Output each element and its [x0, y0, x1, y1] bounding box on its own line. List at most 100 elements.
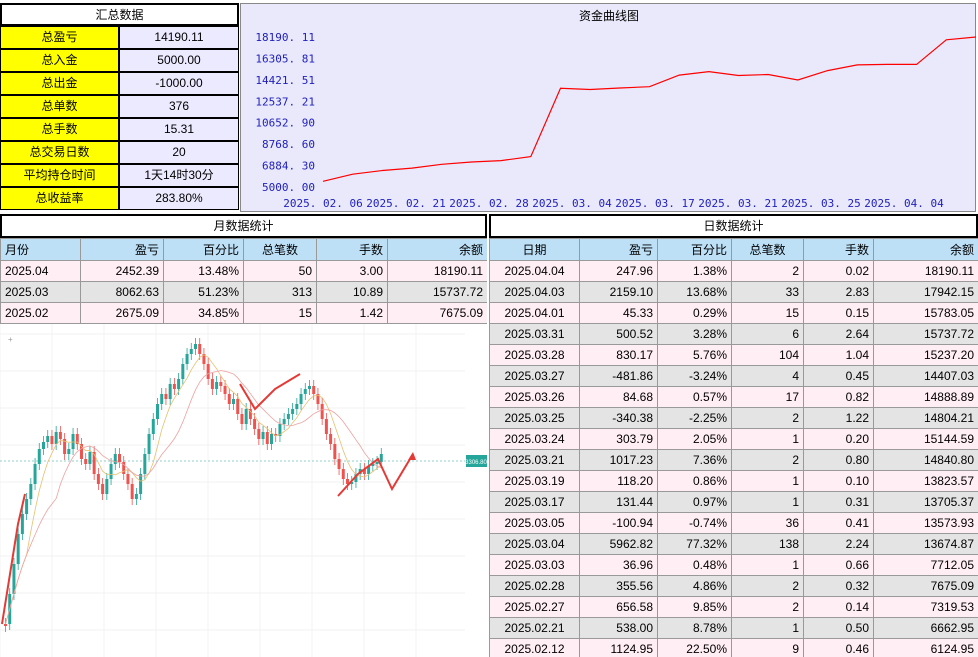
- table-row[interactable]: 2025.03.17 131.44 0.97% 1 0.31 13705.37: [489, 491, 978, 513]
- table-row[interactable]: 2025.04.03 2159.10 13.68% 33 2.83 17942.15: [489, 281, 978, 303]
- candle-body: [308, 386, 311, 389]
- daily-table-body: 2025.04.04 247.96 1.38% 2 0.02 18190.11 2025.0…: [489, 260, 978, 657]
- candle-body: [54, 432, 58, 444]
- table-row[interactable]: 2025.04.01 45.33 0.29% 15 0.15 15783.05: [489, 302, 978, 324]
- table-row[interactable]: 2025.04.04 247.96 1.38% 2 0.02 18190.11: [489, 260, 978, 282]
- column-header[interactable]: 百分比: [163, 238, 244, 261]
- table-cell: 303.79: [579, 428, 658, 450]
- table-cell: 18190.11: [387, 260, 487, 282]
- candle-body: [156, 404, 159, 419]
- table-cell: 50: [243, 260, 317, 282]
- table-cell: -0.74%: [657, 512, 732, 534]
- candle-body: [42, 442, 45, 449]
- table-row[interactable]: 2025.03.03 36.96 0.48% 1 0.66 7712.05: [489, 554, 978, 576]
- table-cell: 3.28%: [657, 323, 732, 345]
- table-row[interactable]: 2025.03.25 -340.38 -2.25% 2 1.22 14804.21: [489, 407, 978, 429]
- candle-body: [160, 394, 164, 404]
- table-row[interactable]: 2025.04 2452.39 13.48% 50 3.00 18190.11: [0, 260, 487, 282]
- column-header[interactable]: 百分比: [657, 238, 732, 261]
- table-cell: 14804.21: [873, 407, 978, 429]
- column-header[interactable]: 总笔数: [731, 238, 804, 261]
- table-cell: 10.89: [316, 281, 388, 303]
- table-cell: -100.94: [579, 512, 658, 534]
- column-header[interactable]: 日期: [489, 238, 580, 261]
- candlestick-chart[interactable]: 3306.80 +: [0, 324, 487, 657]
- table-cell: 13.68%: [657, 281, 732, 303]
- x-tick-label: 2025. 03. 25: [781, 197, 860, 210]
- candle-body: [375, 462, 379, 464]
- summary-rows: 总盈亏 14190.11 总入金 5000.00 总出金 -1000.00 总单数 376 总手…: [0, 26, 239, 210]
- table-cell: 2025.03.04: [489, 533, 580, 555]
- candle-body: [286, 414, 290, 419]
- table-row[interactable]: 2025.03.26 84.68 0.57% 17 0.82 14888.89: [489, 386, 978, 408]
- table-cell: -3.24%: [657, 365, 732, 387]
- column-header[interactable]: 余额: [873, 238, 978, 261]
- daily-header-row: 日期 盈亏 百分比 总笔数 手数 余额: [489, 238, 978, 261]
- candle-body: [257, 429, 261, 439]
- candle-body: [244, 409, 248, 424]
- table-row[interactable]: 2025.03.05 -100.94 -0.74% 36 0.41 13573.93: [489, 512, 978, 534]
- candle-body: [143, 454, 147, 474]
- table-cell: 13823.57: [873, 470, 978, 492]
- table-row[interactable]: 2025.03.21 1017.23 7.36% 2 0.80 14840.80: [489, 449, 978, 471]
- table-cell: 2025.03.24: [489, 428, 580, 450]
- table-cell: 5.76%: [657, 344, 732, 366]
- column-header[interactable]: 月份: [0, 238, 81, 261]
- table-row[interactable]: 2025.03 8062.63 51.23% 313 10.89 15737.72: [0, 281, 487, 303]
- column-header[interactable]: 余额: [387, 238, 487, 261]
- candle-body: [4, 624, 7, 626]
- chart-title: 资金曲线图: [579, 8, 639, 23]
- table-cell: 2025.02.12: [489, 638, 580, 657]
- table-cell: 2025.02.27: [489, 596, 580, 618]
- table-row[interactable]: 2025.03.04 5962.82 77.32% 138 2.24 13674.87: [489, 533, 978, 555]
- table-cell: 1124.95: [579, 638, 658, 657]
- table-cell: 15237.20: [873, 344, 978, 366]
- table-row[interactable]: 2025.02.28 355.56 4.86% 2 0.32 7675.09: [489, 575, 978, 597]
- table-cell: 656.58: [579, 596, 658, 618]
- candle-body: [84, 459, 88, 464]
- summary-value: 5000.00: [119, 49, 239, 72]
- table-cell: 2025.02.28: [489, 575, 580, 597]
- column-header[interactable]: 总笔数: [243, 238, 317, 261]
- column-header[interactable]: 手数: [803, 238, 874, 261]
- daily-stats-title: 日数据统计: [489, 214, 978, 238]
- table-row[interactable]: 2025.02 2675.09 34.85% 15 1.42 7675.09: [0, 302, 487, 324]
- table-cell: 36: [731, 512, 804, 534]
- table-cell: 0.20: [803, 428, 874, 450]
- candle-body: [333, 444, 337, 459]
- column-header[interactable]: 盈亏: [579, 238, 658, 261]
- table-cell: 0.32: [803, 575, 874, 597]
- table-cell: 2025.03.21: [489, 449, 580, 471]
- table-cell: 0.80: [803, 449, 874, 471]
- x-tick-label: 2025. 02. 28: [449, 197, 528, 210]
- table-row[interactable]: 2025.03.31 500.52 3.28% 6 2.64 15737.72: [489, 323, 978, 345]
- table-row[interactable]: 2025.02.12 1124.95 22.50% 9 0.46 6124.95: [489, 638, 978, 657]
- table-cell: 9.85%: [657, 596, 732, 618]
- price-axis: [465, 324, 487, 657]
- candle-body: [118, 454, 121, 462]
- table-row[interactable]: 2025.03.28 830.17 5.76% 104 1.04 15237.20: [489, 344, 978, 366]
- column-header[interactable]: 盈亏: [80, 238, 164, 261]
- column-header[interactable]: 手数: [316, 238, 388, 261]
- equity-curve-svg: 资金曲线图 18190. 11 16305. 81 14421. 51 12537. 2…: [255, 8, 977, 210]
- candle-body: [210, 379, 214, 389]
- candle-body: [282, 419, 286, 424]
- summary-row: 平均持仓时间 1天14时30分: [0, 164, 239, 187]
- summary-label: 总出金: [0, 72, 119, 95]
- candle-body: [20, 514, 24, 534]
- table-row[interactable]: 2025.03.24 303.79 2.05% 1 0.20 15144.59: [489, 428, 978, 450]
- table-row[interactable]: 2025.03.19 118.20 0.86% 1 0.10 13823.57: [489, 470, 978, 492]
- monthly-stats-panel: 月数据统计 月份 盈亏 百分比 总笔数 手数 余额 2025.04 2452.39 13.48…: [0, 214, 487, 324]
- table-cell: 0.45: [803, 365, 874, 387]
- summary-row: 总出金 -1000.00: [0, 72, 239, 95]
- table-cell: 2025.03.31: [489, 323, 580, 345]
- table-row[interactable]: 2025.02.21 538.00 8.78% 1 0.50 6662.95: [489, 617, 978, 639]
- table-cell: 7675.09: [873, 575, 978, 597]
- table-row[interactable]: 2025.02.27 656.58 9.85% 2 0.14 7319.53: [489, 596, 978, 618]
- table-row[interactable]: 2025.03.27 -481.86 -3.24% 4 0.45 14407.03: [489, 365, 978, 387]
- table-cell: -340.38: [579, 407, 658, 429]
- candle-body: [198, 344, 202, 354]
- table-cell: 1: [731, 470, 804, 492]
- table-cell: 17942.15: [873, 281, 978, 303]
- table-cell: 0.82: [803, 386, 874, 408]
